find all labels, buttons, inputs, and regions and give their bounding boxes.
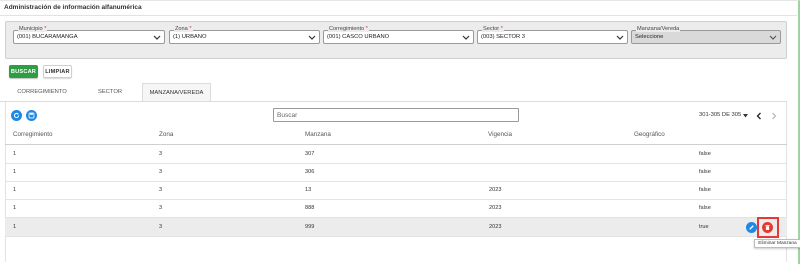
cell-corregimiento: 1 — [13, 169, 17, 175]
sector-select[interactable]: Sector * (003) SECTOR 3 — [477, 26, 628, 44]
col-manzana[interactable]: Manzana — [305, 131, 331, 138]
cell-geografico: false — [699, 151, 711, 157]
pager-range[interactable]: 301-305 DE 305 — [699, 112, 741, 118]
chevron-down-icon — [308, 35, 316, 40]
trash-icon — [765, 225, 770, 231]
cell-geografico: false — [699, 205, 711, 211]
cell-zona: 3 — [159, 169, 163, 175]
pencil-icon — [749, 225, 754, 230]
save-icon — [28, 112, 35, 119]
tab-sector[interactable]: SECTOR — [79, 83, 141, 101]
col-corregimiento[interactable]: Corregimiento — [13, 131, 53, 138]
cell-manzana: 307 — [305, 151, 315, 157]
cell-vigencia: 2023 — [489, 224, 502, 230]
tab-manzana-vereda[interactable]: MANZANA/VEREDA — [142, 83, 211, 101]
refresh-button[interactable] — [11, 110, 22, 121]
cell-geografico: false — [699, 169, 711, 175]
cell-corregimiento: 1 — [13, 151, 17, 157]
refresh-icon — [13, 112, 20, 119]
search-input[interactable] — [273, 108, 519, 122]
corregimiento-select[interactable]: Corregimiento * (001) CASCO URBANO — [323, 26, 474, 44]
cell-manzana: 306 — [305, 169, 315, 175]
cell-vigencia: 2023 — [489, 205, 502, 211]
tab-corregimiento[interactable]: CORREGIMIENTO — [5, 83, 79, 101]
municipio-value: (001) BUCARAMANGA — [17, 34, 78, 40]
edit-manzana-button[interactable] — [746, 222, 757, 233]
save-button[interactable] — [26, 110, 37, 121]
cell-corregimiento: 1 — [13, 224, 17, 230]
cell-zona: 3 — [159, 224, 163, 230]
corregimiento-label: Corregimiento * — [328, 26, 369, 32]
chevron-right-icon[interactable] — [771, 112, 777, 120]
cell-manzana: 888 — [305, 205, 315, 211]
col-zona[interactable]: Zona — [159, 131, 173, 138]
table-row-selected[interactable]: 1 3 999 2023 true — [5, 218, 787, 237]
tab-bar: CORREGIMIENTO SECTOR MANZANA/VEREDA — [0, 83, 797, 102]
municipio-label: Municipio * — [18, 26, 48, 32]
table-row[interactable]: 1 3 13 2023 false — [5, 181, 787, 200]
table-row[interactable]: 1 3 888 2023 false — [5, 199, 787, 218]
delete-manzana-button[interactable] — [762, 222, 773, 233]
limpiar-button[interactable]: LIMPIAR — [43, 65, 72, 78]
cell-corregimiento: 1 — [13, 187, 17, 193]
manzana-select[interactable]: Manzana/Vereda Seleccione — [631, 26, 781, 44]
table-row[interactable]: 1 3 306 false — [5, 163, 787, 182]
table-row[interactable]: 1 3 307 false — [5, 145, 787, 164]
chevron-down-icon — [153, 35, 161, 40]
cell-zona: 3 — [159, 151, 163, 157]
manzana-label: Manzana/Vereda — [636, 26, 681, 32]
caret-down-icon[interactable] — [743, 114, 748, 118]
corregimiento-value: (001) CASCO URBANO — [327, 34, 390, 40]
cell-corregimiento: 1 — [13, 205, 17, 211]
cell-zona: 3 — [159, 187, 163, 193]
buscar-button[interactable]: BUSCAR — [9, 65, 38, 78]
zona-select[interactable]: Zona * (1) URBANO — [169, 26, 320, 44]
zona-value: (1) URBANO — [173, 34, 207, 40]
cell-manzana: 999 — [305, 224, 315, 230]
chevron-down-icon — [462, 35, 470, 40]
page-title: Administración de información alfanuméri… — [4, 4, 142, 11]
municipio-select[interactable]: Municipio * (001) BUCARAMANGA — [13, 26, 165, 44]
cell-geografico: true — [699, 224, 709, 230]
table-header: Corregimiento Zona Manzana Vigencia Geog… — [5, 127, 787, 145]
sector-label: Sector * — [482, 26, 504, 32]
title-divider — [0, 15, 797, 16]
col-vigencia[interactable]: Vigencia — [488, 131, 512, 138]
cell-vigencia: 2023 — [489, 187, 502, 193]
cell-zona: 3 — [159, 205, 163, 211]
filter-panel: Municipio * (001) BUCARAMANGA Zona * (1)… — [5, 21, 787, 59]
cell-manzana: 13 — [305, 187, 312, 193]
delete-tooltip: Eliminar Manzana — [754, 239, 800, 248]
chevron-down-icon — [769, 35, 777, 40]
zona-label: Zona * — [174, 26, 193, 32]
col-geografico[interactable]: Geográfico — [634, 131, 665, 138]
sector-value: (003) SECTOR 3 — [481, 34, 526, 40]
cell-geografico: false — [699, 187, 711, 193]
chevron-left-icon[interactable] — [756, 112, 762, 120]
chevron-down-icon — [616, 35, 624, 40]
manzana-value: Seleccione — [635, 34, 664, 40]
